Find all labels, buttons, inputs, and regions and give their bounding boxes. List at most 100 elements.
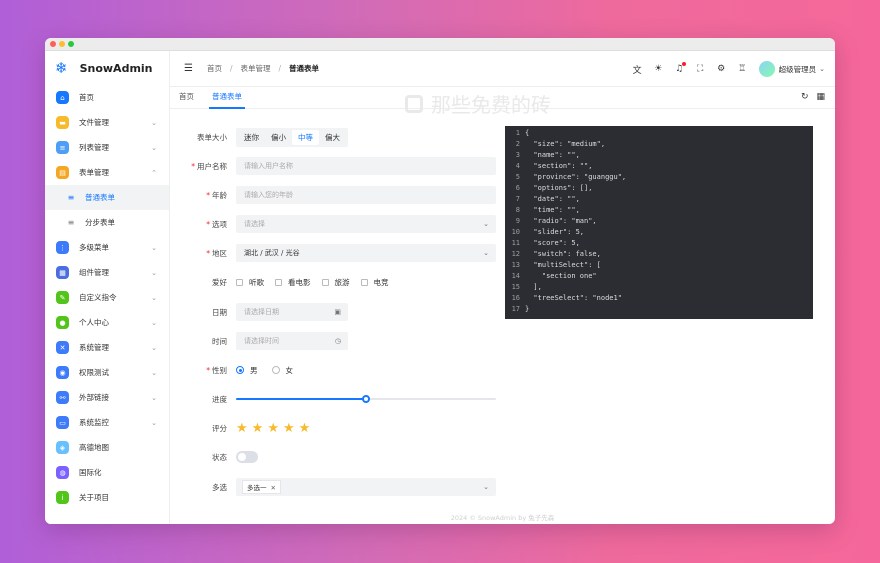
line-number: 7 — [515, 195, 520, 203]
info-icon: i — [56, 491, 69, 504]
region-label: * 地区 — [206, 248, 227, 258]
sidebar-item[interactable]: ● 个人中心 ⌄ — [45, 310, 169, 335]
sidebar-item[interactable]: ≡ 普通表单 — [45, 185, 169, 210]
shirt-icon[interactable]: ♖ — [732, 64, 753, 74]
settings-gear-icon[interactable]: ⚙ — [711, 64, 732, 74]
code-line: 1{ — [505, 128, 813, 139]
username-label: * 用户名称 — [191, 161, 227, 171]
user-name[interactable]: 超级管理员 — [779, 64, 817, 75]
size-option[interactable]: 偏小 — [265, 130, 292, 145]
sidebar-item[interactable]: ◈ 高德地图 — [45, 435, 169, 460]
avatar[interactable] — [758, 61, 775, 77]
star-icon[interactable]: ★ — [252, 421, 264, 436]
form-row-size: 表单大小 迷你 偏小 中等 偏大 — [170, 127, 500, 147]
sidebar-item[interactable]: ◍ 国际化 — [45, 460, 169, 485]
user-icon: ● — [56, 316, 69, 329]
notification-bell-icon[interactable]: ♫ — [669, 62, 690, 74]
lock-icon: ◉ — [56, 366, 69, 379]
size-option[interactable]: 偏大 — [319, 130, 346, 145]
folder-icon: ▬ — [56, 116, 69, 129]
sidebar-item-label: 自定义指令 — [79, 293, 117, 302]
sidebar-item[interactable]: ▤ 表单管理 ⌃ — [45, 160, 169, 185]
gender-label: * 性别 — [206, 365, 227, 375]
theme-sun-icon[interactable]: ☀ — [648, 64, 669, 74]
sidebar-item[interactable]: ▬ 文件管理 ⌄ — [45, 110, 169, 135]
time-picker[interactable]: 请选择时间 ◷ — [236, 332, 348, 350]
size-option[interactable]: 迷你 — [238, 130, 265, 145]
breadcrumb-home[interactable]: 首页 — [207, 63, 222, 74]
hobby-checkbox[interactable]: 旅游 — [321, 277, 350, 288]
sidebar-item-label: 系统监控 — [79, 418, 109, 427]
refresh-icon[interactable]: ↻ — [801, 92, 809, 102]
sidebar-item[interactable]: ⋮ 多级菜单 ⌄ — [45, 235, 169, 260]
sidebar-item[interactable]: i 关于项目 — [45, 485, 169, 510]
section-select[interactable]: 请选择 ⌄ — [236, 215, 496, 233]
form-icon: ▤ — [56, 166, 69, 179]
star-icon[interactable]: ★ — [299, 421, 311, 436]
collapse-menu-icon[interactable]: ☰ — [184, 63, 193, 74]
checkbox-label: 旅游 — [334, 277, 350, 287]
sidebar-item[interactable]: ✎ 自定义指令 ⌄ — [45, 285, 169, 310]
progress-label: 进度 — [212, 394, 227, 404]
code-line: 12 "switch": false, — [505, 249, 813, 260]
maximize-window-button[interactable] — [68, 41, 74, 47]
status-switch[interactable] — [236, 451, 258, 463]
gender-radio[interactable]: 男 — [236, 365, 258, 376]
sidebar-item[interactable]: ✕ 系统管理 ⌄ — [45, 335, 169, 360]
line-number: 15 — [511, 283, 520, 291]
top-header: ☰ 首页 / 表单管理 / 普通表单 文 ☀ ♫ ⛶ ⚙ ♖ 超级管理员 ⌄ — [170, 51, 835, 87]
minimize-window-button[interactable] — [59, 41, 65, 47]
grid-menu-icon[interactable]: ▦ — [816, 92, 825, 102]
app-logo[interactable]: ❄ SnowAdmin — [45, 51, 169, 85]
code-line: 9 "radio": "man", — [505, 216, 813, 227]
chevron-down-icon: ⌄ — [151, 118, 157, 127]
sidebar-item[interactable]: ⚯ 外部链接 ⌄ — [45, 385, 169, 410]
sidebar-item-label: 权限测试 — [79, 368, 109, 377]
hobby-checkbox[interactable]: 听歌 — [236, 277, 264, 288]
breadcrumb-form-manage[interactable]: 表单管理 — [241, 63, 271, 74]
calendar-icon: ▣ — [334, 308, 341, 316]
username-input[interactable]: 请输入用户名称 — [236, 157, 496, 175]
radio-circle — [271, 366, 280, 374]
tab-normal-form[interactable]: 普通表单 — [203, 91, 251, 109]
star-icon[interactable]: ★ — [283, 421, 295, 436]
hobby-label: 爱好 — [212, 277, 227, 287]
sidebar-item-label: 个人中心 — [79, 318, 109, 327]
sidebar-item[interactable]: ⌂ 首页 — [45, 85, 169, 110]
sidebar-item[interactable]: ▦ 组件管理 ⌄ — [45, 260, 169, 285]
hobby-checkbox[interactable]: 看电影 — [275, 277, 311, 288]
progress-slider[interactable] — [236, 395, 496, 403]
chevron-down-icon[interactable]: ⌄ — [819, 65, 825, 73]
translate-icon[interactable]: 文 — [627, 63, 648, 76]
date-label: 日期 — [212, 307, 227, 317]
line-number: 17 — [511, 305, 520, 313]
multi-select[interactable]: 多选一 ✕ ⌄ — [236, 478, 496, 496]
age-input[interactable]: 请输入您的年龄 — [236, 186, 496, 204]
date-picker[interactable]: 请选择日期 ▣ — [236, 303, 348, 321]
sidebar-item[interactable]: ▭ 系统监控 ⌄ — [45, 410, 169, 435]
sidebar-item[interactable]: ≡ 列表管理 ⌄ — [45, 135, 169, 160]
region-cascader[interactable]: 湖北 / 武汉 / 光谷 ⌄ — [236, 244, 496, 262]
tab-home[interactable]: 首页 — [170, 91, 203, 108]
form-row-age: * 年龄 请输入您的年龄 — [170, 186, 500, 204]
sidebar-item[interactable]: ≡ 分步表单 — [45, 210, 169, 235]
code-text: ], — [525, 283, 542, 291]
close-window-button[interactable] — [50, 41, 56, 47]
slider-handle[interactable] — [362, 395, 370, 403]
code-text: "date": "", — [525, 195, 580, 203]
star-icon[interactable]: ★ — [267, 421, 279, 436]
code-text: "treeSelect": "node1" — [525, 294, 622, 302]
form-row-progress: 进度 — [170, 390, 500, 408]
close-icon[interactable]: ✕ — [271, 484, 276, 492]
code-line: 16 "treeSelect": "node1" — [505, 293, 813, 304]
sidebar-item[interactable]: ◉ 权限测试 ⌄ — [45, 360, 169, 385]
sidebar-item-label: 国际化 — [79, 468, 102, 477]
gender-radio[interactable]: 女 — [271, 365, 293, 376]
chevron-down-icon: ⌄ — [151, 243, 157, 252]
sidebar-item-label: 普通表单 — [85, 193, 115, 202]
hobby-checkbox[interactable]: 电竞 — [360, 277, 389, 288]
fullscreen-icon[interactable]: ⛶ — [690, 64, 711, 74]
star-icon[interactable]: ★ — [236, 421, 248, 436]
code-line: 5 "province": "guanggu", — [505, 172, 813, 183]
size-option[interactable]: 中等 — [292, 129, 319, 145]
